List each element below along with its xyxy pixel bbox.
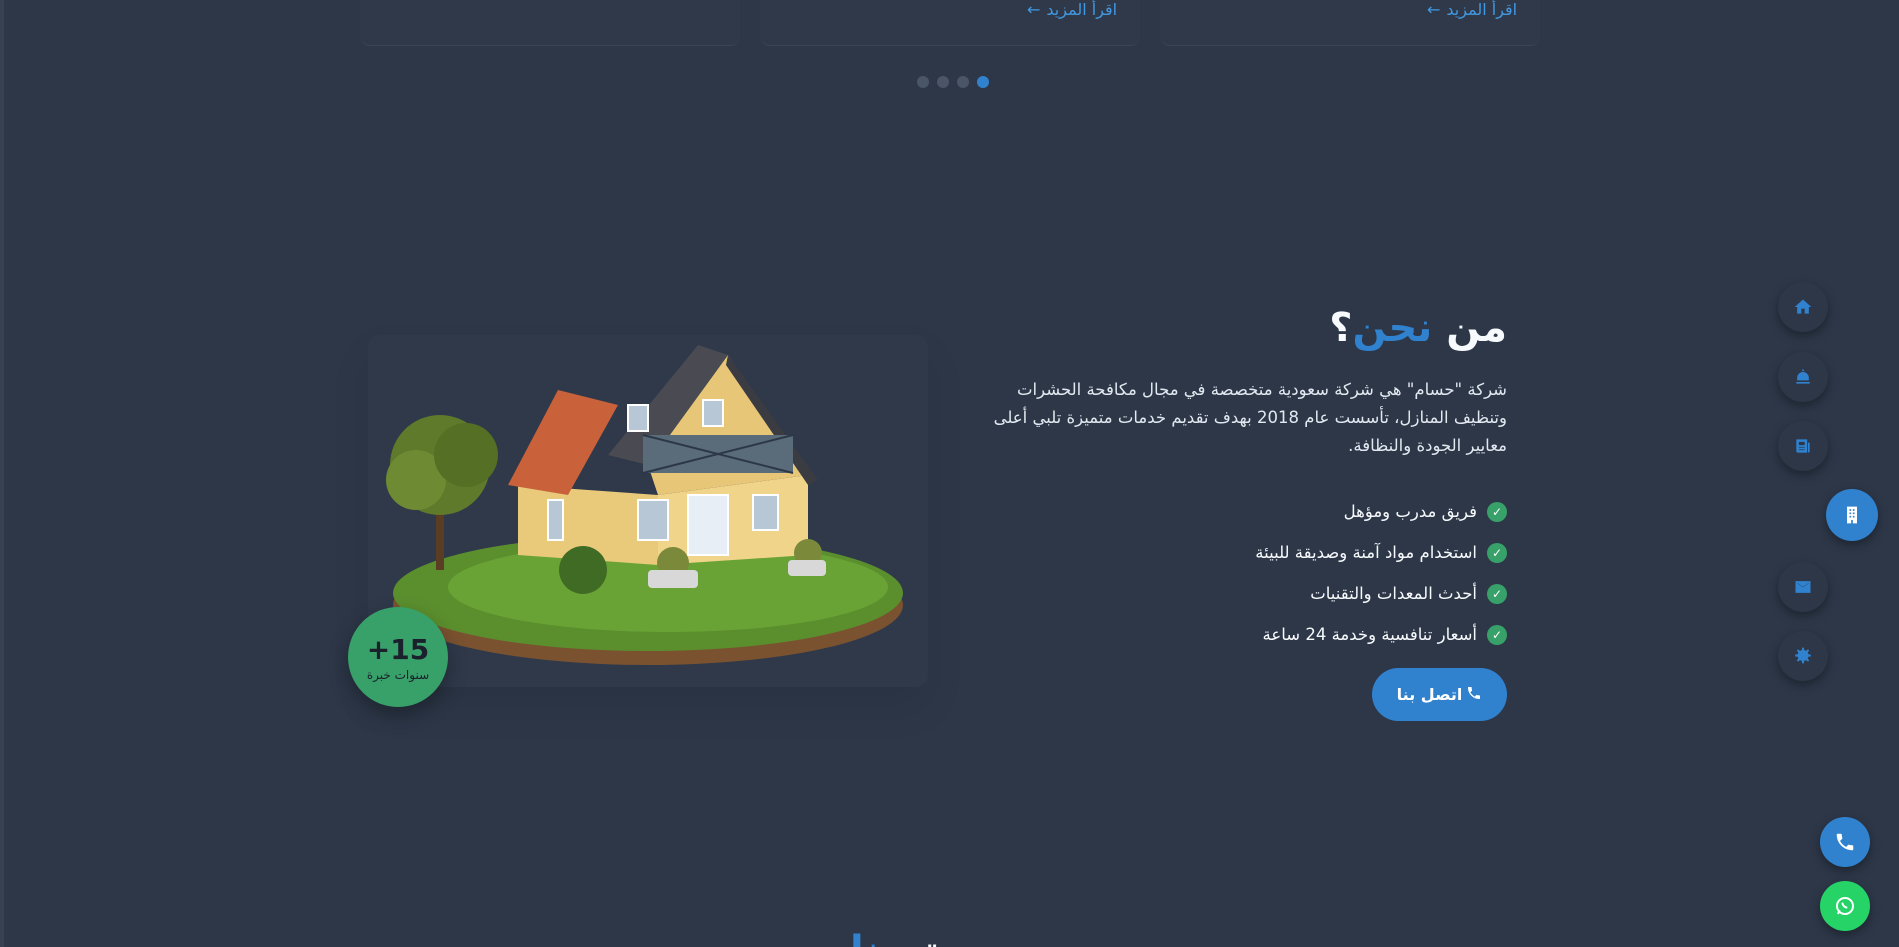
nav-contact-button[interactable] [1778, 562, 1828, 612]
about-title-part1: من [1432, 305, 1507, 351]
service-card [360, 0, 740, 46]
about-image-panel [368, 335, 928, 687]
home-icon [1794, 299, 1812, 314]
about-title: من نحن؟ [1329, 305, 1507, 351]
experience-badge: +15 سنوات خبرة [348, 607, 448, 707]
read-more-label: اقرأ المزيد [1046, 0, 1118, 19]
carousel-dots [917, 76, 989, 88]
carousel-dot[interactable] [917, 76, 929, 88]
read-more-link[interactable]: اقرأ المزيد ← [1427, 0, 1517, 19]
phone-icon [1836, 833, 1854, 851]
next-section-title: تـ بنا [850, 928, 939, 947]
nav-blog-button[interactable] [1778, 421, 1828, 471]
check-icon: ✓ [1487, 542, 1507, 563]
check-icon: ✓ [1487, 501, 1507, 522]
check-icon: ✓ [1487, 583, 1507, 604]
feature-list: ✓ فريق مدرب ومؤهل ✓ استخدام مواد آمنة وصدي… [1255, 491, 1507, 655]
phone-icon [1466, 685, 1482, 705]
arrow-left-icon: ← [1427, 0, 1441, 19]
contact-button-label: اتصل بنا [1396, 685, 1463, 704]
feature-text: أسعار تنافسية وخدمة 24 ساعة [1262, 625, 1477, 644]
bell-icon [1796, 369, 1810, 384]
check-icon: ✓ [1487, 624, 1507, 645]
feature-item: ✓ أسعار تنافسية وخدمة 24 ساعة [1255, 614, 1507, 655]
carousel-dot[interactable] [957, 76, 969, 88]
carousel-dot-active[interactable] [977, 76, 989, 88]
nav-services-button[interactable] [1778, 352, 1828, 402]
about-title-accent: نحن [1352, 305, 1433, 351]
arrow-left-icon: ← [1027, 0, 1041, 19]
feature-item: ✓ فريق مدرب ومؤهل [1255, 491, 1507, 532]
news-icon [1796, 439, 1810, 453]
whatsapp-icon [1836, 897, 1854, 915]
experience-number: +15 [366, 632, 430, 666]
feature-text: أحدث المعدات والتقنيات [1310, 584, 1477, 603]
read-more-link[interactable]: اقرأ المزيد ← [1027, 0, 1117, 19]
next-title-part: تـ [910, 928, 939, 947]
gear-icon [1795, 647, 1811, 664]
building-icon [1847, 506, 1857, 524]
feature-item: ✓ استخدام مواد آمنة وصديقة للبيئة [1255, 532, 1507, 573]
experience-label: سنوات خبرة [366, 667, 430, 682]
whatsapp-fab-button[interactable] [1820, 881, 1870, 931]
feature-text: فريق مدرب ومؤهل [1343, 502, 1477, 521]
nav-settings-button[interactable] [1778, 631, 1828, 681]
call-fab-button[interactable] [1820, 817, 1870, 867]
left-edge [0, 0, 4, 947]
next-title-accent: بنا [850, 928, 896, 947]
about-title-suffix: ؟ [1329, 305, 1353, 351]
carousel-dot[interactable] [937, 76, 949, 88]
envelope-icon [1795, 581, 1811, 593]
about-description: شركة "حسام" هي شركة سعودية متخصصة في مجا… [993, 380, 1507, 455]
contact-button[interactable]: اتصل بنا [1372, 668, 1507, 721]
nav-home-button[interactable] [1778, 282, 1828, 332]
feature-item: ✓ أحدث المعدات والتقنيات [1255, 573, 1507, 614]
nav-about-button[interactable] [1826, 489, 1878, 541]
house-illustration [386, 345, 903, 665]
feature-text: استخدام مواد آمنة وصديقة للبيئة [1255, 543, 1477, 562]
read-more-label: اقرأ المزيد [1446, 0, 1518, 19]
